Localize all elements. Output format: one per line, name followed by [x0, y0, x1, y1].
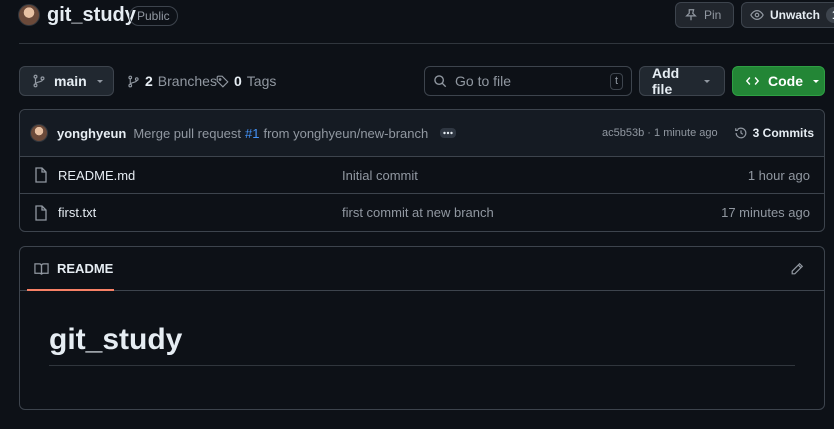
branch-select-button[interactable]: main	[19, 66, 114, 96]
search-shortcut-key: t	[609, 72, 623, 90]
commits-label: 3 Commits	[752, 126, 814, 140]
chevron-down-icon	[95, 76, 105, 86]
branches-link[interactable]: 2 Branches	[127, 73, 217, 89]
git-branch-icon	[127, 75, 140, 88]
file-name[interactable]: README.md	[58, 168, 135, 183]
readme-heading: git_study	[49, 321, 795, 366]
history-icon	[734, 126, 748, 140]
unwatch-button[interactable]: Unwatch 1	[741, 2, 834, 28]
book-icon	[34, 262, 49, 276]
file-name-cell[interactable]: README.md	[34, 167, 334, 183]
readme-tab[interactable]: README	[34, 261, 113, 276]
branch-name: main	[54, 73, 87, 89]
tags-link[interactable]: 0 Tags	[216, 73, 276, 89]
file-commit-time: 1 hour ago	[747, 167, 810, 183]
readme-header: README	[20, 247, 824, 291]
file-browser: yonghyeun Merge pull request #1 from yon…	[19, 109, 825, 232]
kebab-horizontal-icon	[443, 131, 453, 135]
add-file-button[interactable]: Add file	[639, 65, 725, 97]
readme-panel: README git_study	[19, 246, 825, 410]
eye-icon	[750, 8, 764, 22]
commit-sha-time[interactable]: ac5b53b · 1 minute ago	[602, 127, 718, 139]
search-icon	[433, 74, 447, 88]
code-icon	[745, 74, 760, 88]
repo-title[interactable]: git_study	[47, 4, 136, 27]
go-to-file-input[interactable]: Go to file t	[424, 66, 632, 96]
pin-label: Pin	[704, 8, 722, 22]
file-row[interactable]: first.txt first commit at new branch 17 …	[20, 194, 824, 231]
commit-message-suffix[interactable]: from yonghyeun/new-branch	[263, 126, 428, 141]
code-label: Code	[768, 73, 803, 89]
visibility-badge: Public	[129, 6, 178, 26]
latest-commit-bar: yonghyeun Merge pull request #1 from yon…	[20, 110, 824, 157]
file-commit-message[interactable]: first commit at new branch	[334, 205, 721, 220]
pr-link[interactable]: #1	[245, 126, 259, 141]
pin-button[interactable]: Pin	[675, 2, 734, 28]
file-icon	[34, 204, 48, 221]
file-name-cell[interactable]: first.txt	[34, 204, 334, 221]
git-branch-icon	[32, 74, 46, 88]
search-placeholder: Go to file	[455, 73, 512, 89]
ellipsis-expand-button[interactable]	[440, 128, 457, 138]
chevron-down-icon	[811, 76, 821, 86]
edit-pencil-icon[interactable]	[790, 262, 804, 276]
add-file-label: Add file	[652, 65, 680, 97]
chevron-down-icon	[702, 76, 712, 86]
commits-link[interactable]: 3 Commits	[734, 126, 814, 140]
file-commit-message[interactable]: Initial commit	[334, 168, 748, 183]
readme-content: git_study	[20, 291, 824, 366]
readme-tab-label: README	[57, 261, 114, 276]
file-name[interactable]: first.txt	[58, 205, 96, 220]
tag-icon	[216, 75, 229, 88]
unwatch-label: Unwatch	[770, 8, 821, 22]
file-row[interactable]: README.md Initial commit 1 hour ago	[20, 157, 824, 194]
active-tab-indicator	[27, 289, 114, 291]
code-button[interactable]: Code	[732, 66, 825, 96]
commit-author[interactable]: yonghyeun	[57, 126, 126, 141]
header-divider	[19, 43, 834, 44]
watch-count: 1	[826, 7, 834, 23]
branches-label: Branches	[157, 73, 217, 89]
tags-count: 0	[234, 73, 242, 89]
owner-avatar[interactable]	[18, 4, 40, 26]
file-icon	[34, 167, 48, 183]
tags-label: Tags	[246, 73, 277, 89]
commit-message-prefix[interactable]: Merge pull request	[133, 126, 241, 141]
author-avatar[interactable]	[30, 124, 48, 142]
branches-count: 2	[145, 73, 153, 89]
file-commit-time: 17 minutes ago	[721, 205, 810, 220]
pin-icon	[684, 8, 698, 22]
